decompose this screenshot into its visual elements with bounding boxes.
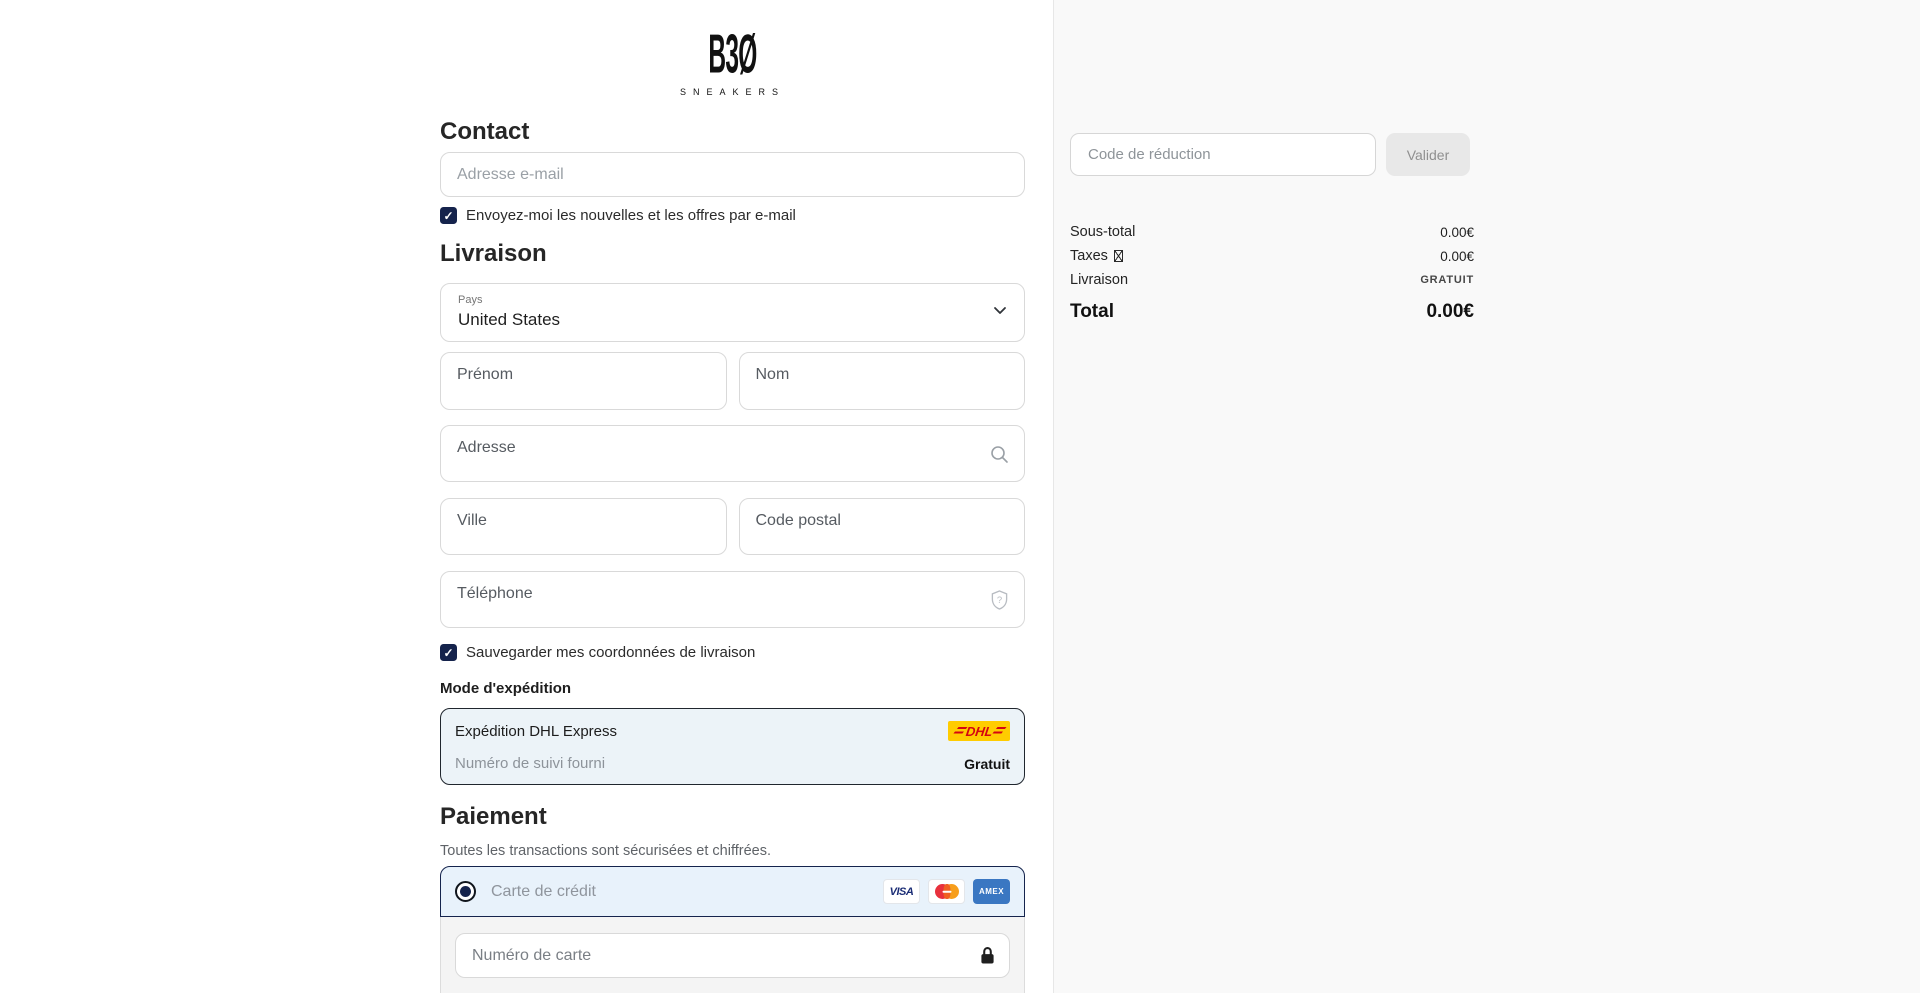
credit-card-label: Carte de crédit bbox=[491, 883, 883, 901]
taxes-label-text: Taxes bbox=[1070, 248, 1108, 264]
logo-wordmark: B3Ø bbox=[708, 24, 756, 87]
shipping-method-heading: Mode d'expédition bbox=[440, 680, 571, 697]
payment-heading: Paiement bbox=[440, 803, 547, 831]
visa-logo: VISA bbox=[883, 879, 920, 904]
card-number-field bbox=[455, 933, 1010, 978]
checkout-page: B3Ø SNEAKERS Contact Envoyez-moi les nou… bbox=[0, 0, 1920, 993]
postal-code-cell bbox=[739, 498, 1026, 555]
total-row: Total 0.00€ bbox=[1070, 296, 1474, 328]
taxes-label: Taxes bbox=[1070, 248, 1123, 264]
missing-glyph-box bbox=[1114, 250, 1123, 262]
shipping-method-name: Expédition DHL Express bbox=[455, 723, 617, 740]
shipping-method-detail: Numéro de suivi fourni bbox=[455, 755, 605, 772]
credit-card-option[interactable]: Carte de crédit VISA AMEX bbox=[440, 866, 1025, 917]
logo-subtext: SNEAKERS bbox=[440, 87, 1025, 97]
shipping-cost-label: Livraison bbox=[1070, 272, 1128, 288]
country-select-label: Pays bbox=[458, 294, 1007, 306]
last-name-cell bbox=[739, 352, 1026, 410]
subtotal-label: Sous-total bbox=[1070, 224, 1135, 240]
address-field bbox=[440, 425, 1025, 482]
phone-field: ? bbox=[440, 571, 1025, 628]
contact-heading: Contact bbox=[440, 118, 529, 146]
subtotal-row: Sous-total 0.00€ bbox=[1070, 220, 1474, 244]
discount-code-input[interactable] bbox=[1070, 133, 1376, 176]
totals-block: Sous-total 0.00€ Taxes 0.00€ Livraison G… bbox=[1070, 220, 1474, 328]
discount-code-row: Valider bbox=[1070, 133, 1470, 176]
save-info-checkbox-row[interactable]: Sauvegarder mes coordonnées de livraison bbox=[440, 644, 755, 661]
order-summary-panel: Valider Sous-total 0.00€ Taxes 0.00€ Liv… bbox=[1053, 0, 1920, 993]
total-value: 0.00€ bbox=[1426, 301, 1474, 323]
radio-selected-icon[interactable] bbox=[455, 881, 476, 902]
credit-card-form bbox=[440, 917, 1025, 993]
checkout-form-column: B3Ø SNEAKERS Contact Envoyez-moi les nou… bbox=[440, 0, 1025, 993]
dhl-logo-text: DHL bbox=[965, 724, 994, 739]
mastercard-logo bbox=[928, 879, 965, 904]
first-name-input[interactable] bbox=[440, 352, 727, 410]
shipping-cost-row: Livraison GRATUIT bbox=[1070, 268, 1474, 292]
payment-subtitle: Toutes les transactions sont sécurisées … bbox=[440, 843, 771, 859]
city-cell bbox=[440, 498, 727, 555]
taxes-row: Taxes 0.00€ bbox=[1070, 244, 1474, 268]
subtotal-value: 0.00€ bbox=[1440, 225, 1474, 240]
card-number-input[interactable] bbox=[455, 933, 1010, 978]
visa-logo-text: VISA bbox=[890, 886, 914, 898]
address-input[interactable] bbox=[440, 425, 1025, 482]
amex-logo: AMEX bbox=[973, 879, 1010, 904]
taxes-value: 0.00€ bbox=[1440, 249, 1474, 264]
total-label: Total bbox=[1070, 301, 1114, 323]
country-select[interactable]: Pays United States bbox=[440, 283, 1025, 342]
phone-input[interactable] bbox=[440, 571, 1025, 628]
svg-text:?: ? bbox=[997, 594, 1002, 605]
city-input[interactable] bbox=[440, 498, 727, 555]
first-name-cell bbox=[440, 352, 727, 410]
last-name-input[interactable] bbox=[739, 352, 1026, 410]
chevron-down-icon bbox=[992, 302, 1008, 323]
country-select-value: United States bbox=[458, 310, 1007, 330]
amex-logo-text: AMEX bbox=[979, 887, 1004, 896]
city-fields-row bbox=[440, 498, 1025, 555]
shield-question-icon[interactable]: ? bbox=[990, 589, 1009, 610]
shipping-method-option[interactable]: Expédition DHL Express DHL Numéro de sui… bbox=[440, 708, 1025, 785]
checkbox-checked-icon[interactable] bbox=[440, 644, 457, 661]
search-icon bbox=[989, 444, 1009, 464]
email-input[interactable] bbox=[440, 152, 1025, 197]
card-brand-badges: VISA AMEX bbox=[883, 879, 1010, 904]
checkbox-checked-icon[interactable] bbox=[440, 207, 457, 224]
apply-discount-button[interactable]: Valider bbox=[1386, 133, 1470, 176]
shipping-cost-value: GRATUIT bbox=[1420, 274, 1474, 286]
newsletter-checkbox-row[interactable]: Envoyez-moi les nouvelles et les offres … bbox=[440, 207, 796, 224]
lock-icon bbox=[980, 946, 995, 965]
newsletter-label: Envoyez-moi les nouvelles et les offres … bbox=[466, 207, 796, 224]
dhl-logo: DHL bbox=[948, 721, 1010, 741]
shipping-heading: Livraison bbox=[440, 240, 547, 268]
store-logo[interactable]: B3Ø SNEAKERS bbox=[440, 24, 1025, 97]
postal-code-input[interactable] bbox=[739, 498, 1026, 555]
name-fields-row bbox=[440, 352, 1025, 410]
shipping-method-price: Gratuit bbox=[964, 756, 1010, 772]
save-info-label: Sauvegarder mes coordonnées de livraison bbox=[466, 644, 755, 661]
